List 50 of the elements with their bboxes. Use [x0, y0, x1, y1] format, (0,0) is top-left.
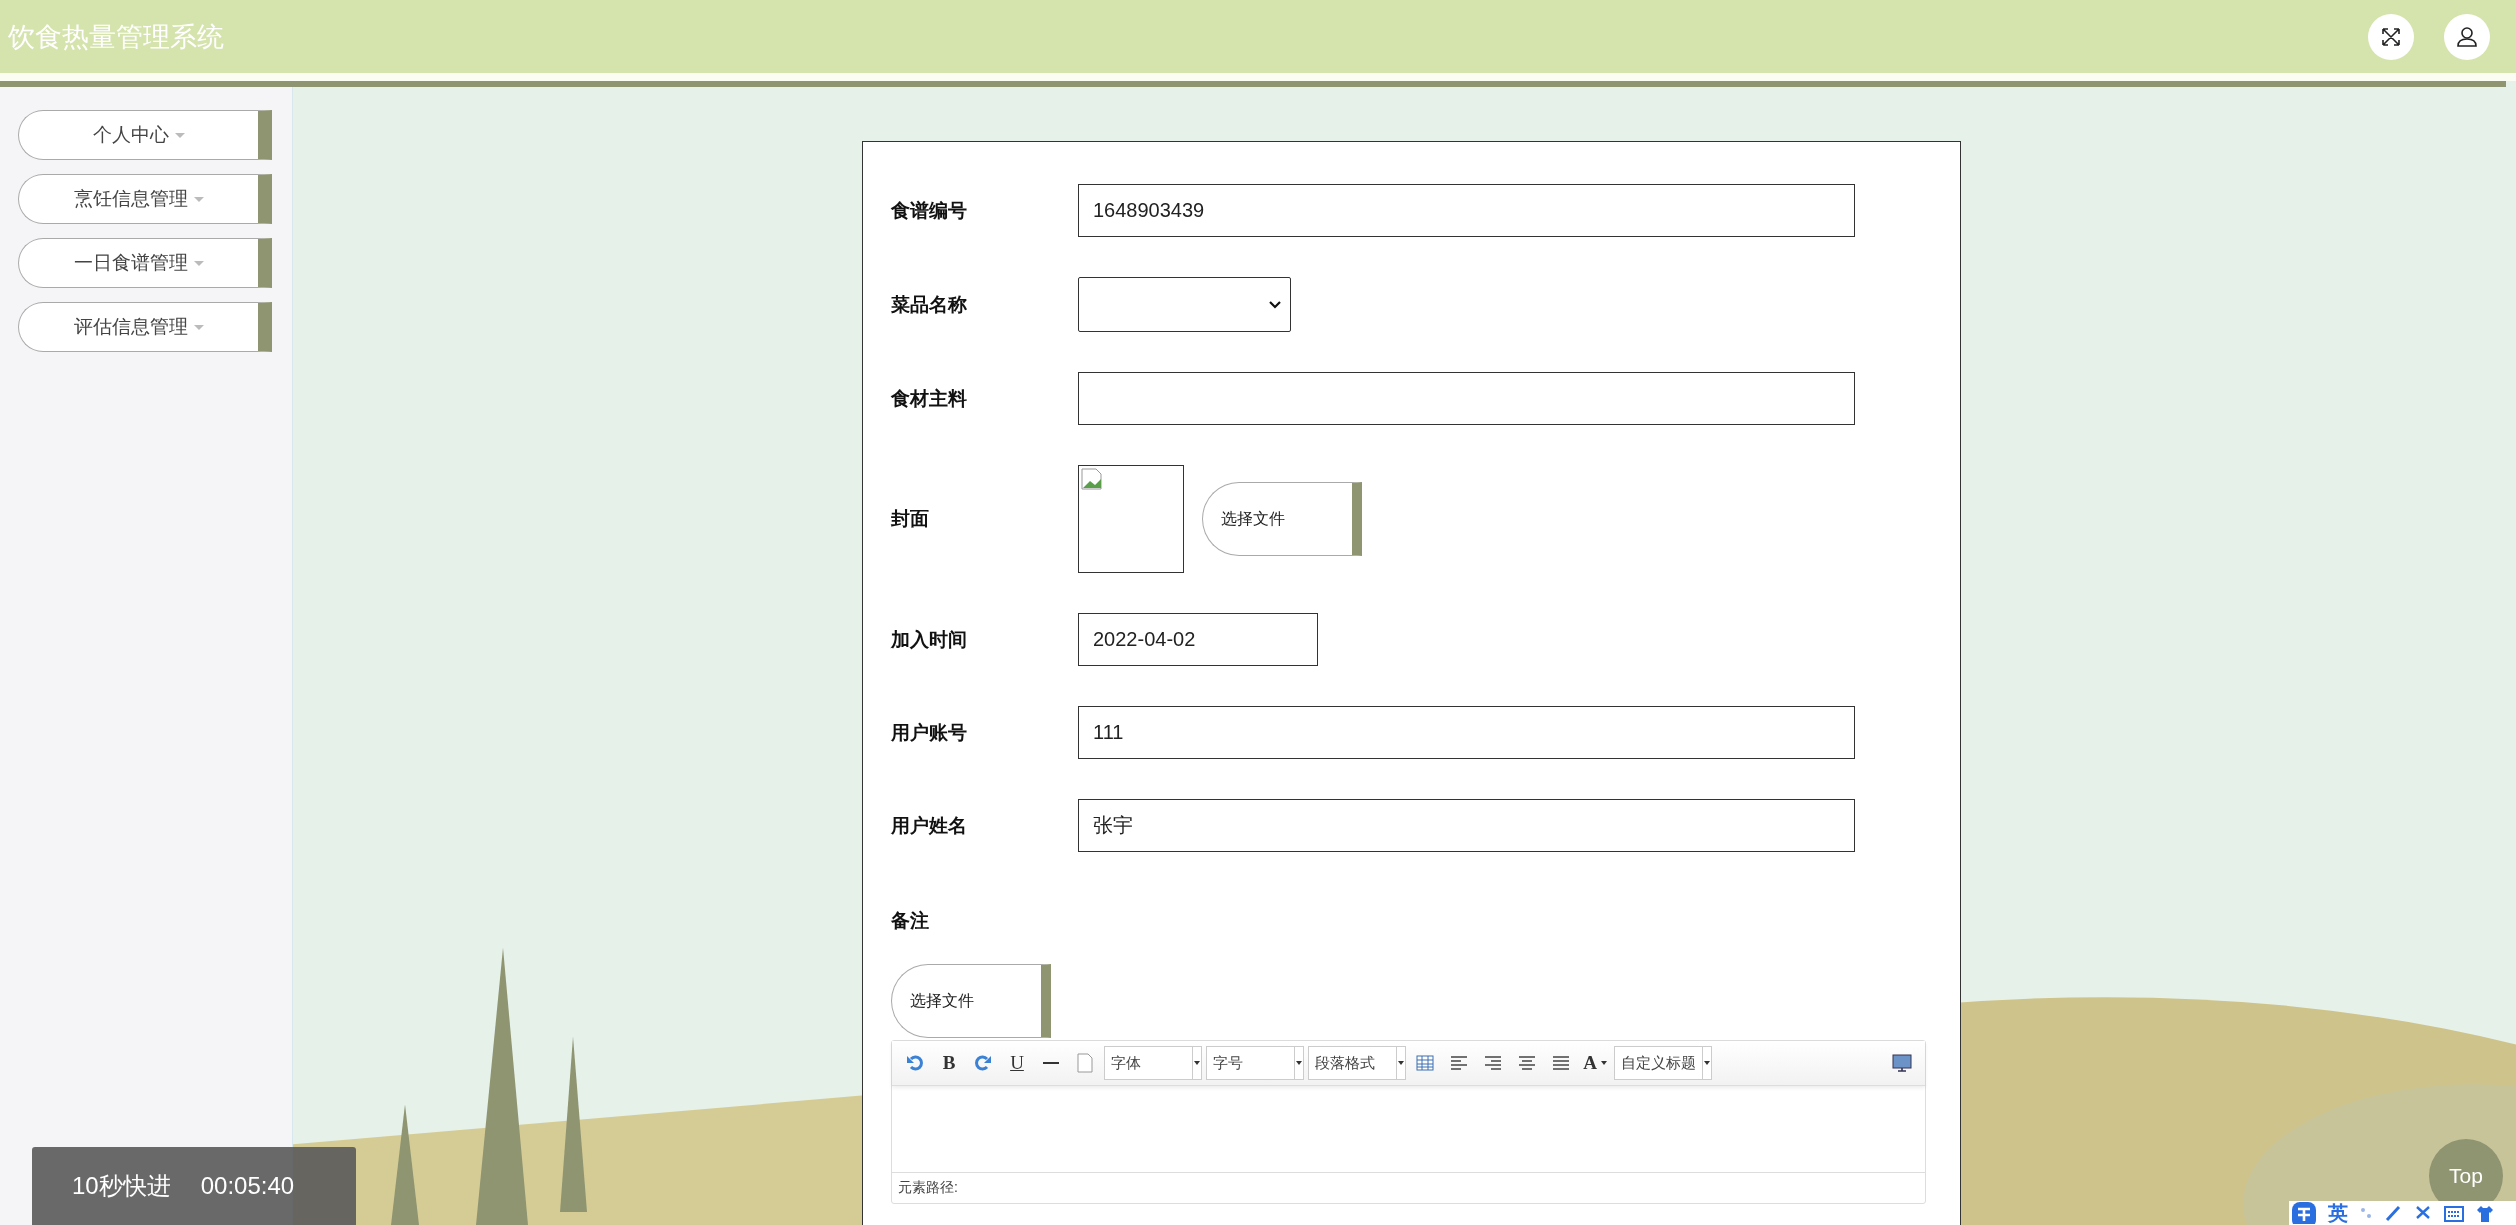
field-label: 用户姓名 [891, 813, 968, 838]
dots-icon[interactable] [2360, 1206, 2372, 1220]
sidebar-menu-item[interactable]: 个人中心 [18, 110, 272, 160]
bold-button[interactable]: B [934, 1048, 964, 1078]
input-mode-label[interactable]: 英 [2328, 1199, 2348, 1225]
user-button[interactable] [2444, 13, 2490, 60]
field-label: 食材主料 [891, 386, 968, 411]
video-time: 00:05:40 [200, 1171, 295, 1200]
caret-icon [193, 260, 204, 266]
fast-forward-label: 10秒快进 [72, 1170, 171, 1201]
keyboard-icon[interactable] [2444, 1204, 2464, 1222]
toolbar-dropdown[interactable]: 段落格式 [1308, 1046, 1406, 1080]
menu-label: 评估信息管理 [73, 315, 188, 339]
caret-icon [193, 196, 204, 202]
field-label: 用户账号 [891, 720, 968, 745]
broken-image-icon [1078, 465, 1184, 573]
fullscreen-button[interactable] [2368, 13, 2414, 60]
field-label: 食谱编号 [891, 198, 968, 223]
toolbar-dropdown[interactable]: 自定义标题 [1614, 1046, 1712, 1080]
caret-icon [174, 132, 185, 138]
chevron-down-icon [1268, 299, 1282, 310]
input-field[interactable]: 张宇 [1078, 799, 1855, 852]
menu-label: 一日食谱管理 [73, 251, 188, 275]
input-field[interactable]: 1648903439 [1078, 184, 1855, 237]
input-field[interactable]: 111 [1078, 706, 1855, 759]
input-field[interactable] [1078, 372, 1855, 425]
toolbar-dropdown[interactable]: 字号 [1206, 1046, 1304, 1080]
select-field[interactable] [1078, 277, 1291, 332]
sidebar-menu-item[interactable]: 一日食谱管理 [18, 238, 272, 288]
user-icon [2455, 24, 2479, 49]
field-label: 备注 [891, 909, 930, 933]
shirt-icon[interactable] [2476, 1204, 2494, 1222]
ime-logo-icon[interactable] [2292, 1202, 2316, 1224]
menu-label: 个人中心 [92, 123, 169, 147]
choose-file-button[interactable]: 选择文件 [1202, 482, 1362, 556]
field-label: 菜品名称 [891, 292, 968, 317]
app-title: 饮食热量管理系统 [8, 20, 225, 54]
date-field[interactable]: 2022-04-02 [1078, 613, 1318, 666]
sidebar-menu-item[interactable]: 评估信息管理 [18, 302, 272, 352]
field-label: 封面 [891, 507, 930, 531]
underline-button[interactable]: U [1002, 1048, 1032, 1078]
choose-file-button[interactable]: 选择文件 [891, 964, 1051, 1038]
pen-icon[interactable] [2384, 1204, 2402, 1222]
font-color-button[interactable]: A [1580, 1048, 1610, 1078]
field-label: 加入时间 [891, 627, 968, 652]
caret-icon [193, 324, 204, 330]
toolbar-dropdown[interactable]: 字体 [1104, 1046, 1202, 1080]
sidebar-menu-item[interactable]: 烹饪信息管理 [18, 174, 272, 224]
element-path-label: 元素路径: [898, 1179, 958, 1197]
menu-label: 烹饪信息管理 [73, 187, 188, 211]
